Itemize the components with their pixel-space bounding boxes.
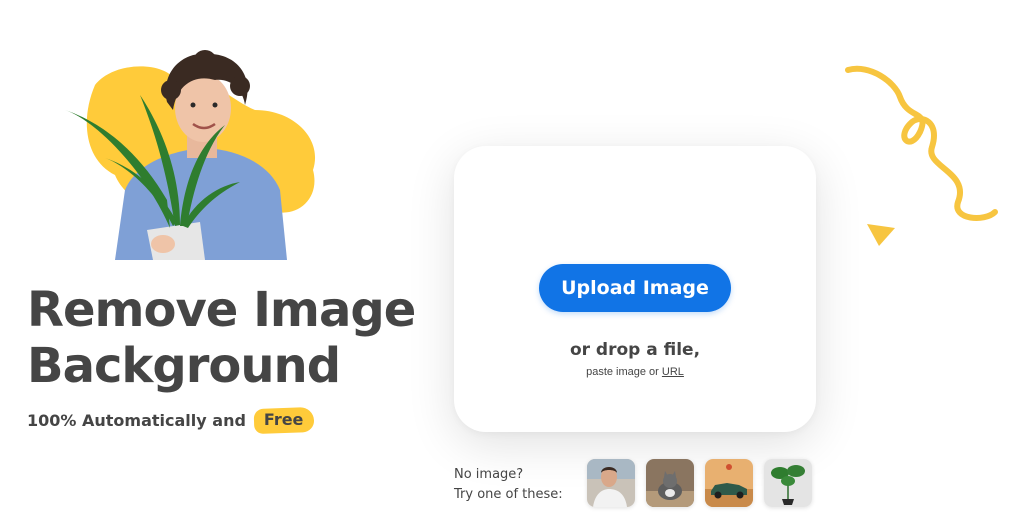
sample-prompt-line-1: No image? <box>454 467 524 482</box>
sample-thumb-plant[interactable] <box>764 459 812 507</box>
squiggle-decoration <box>845 65 998 221</box>
sample-thumb-person[interactable] <box>587 459 635 507</box>
title-line-2: Background <box>27 338 341 394</box>
subtitle-text: 100% Automatically and <box>27 410 246 430</box>
paste-hint-text: paste image or <box>586 366 659 378</box>
page-title: Remove Image Background <box>27 282 416 394</box>
drop-file-text: or drop a file, <box>569 340 701 360</box>
upload-dropzone[interactable]: Upload Image or drop a file, paste image… <box>454 146 816 432</box>
person-sample <box>587 459 635 507</box>
hero-illustration <box>65 50 316 260</box>
plant-sample <box>764 459 812 507</box>
url-link[interactable]: URL <box>662 366 684 378</box>
sample-prompt-line-2: Try one of these: <box>454 487 563 502</box>
paste-hint: paste image or URL <box>454 366 816 378</box>
upload-image-button[interactable]: Upload Image <box>539 264 731 312</box>
sample-thumb-car[interactable] <box>705 459 753 507</box>
sample-prompt: No image? Try one of these: <box>454 465 563 505</box>
free-badge-label: Free <box>263 410 304 429</box>
subtitle: 100% Automatically and Free <box>27 407 313 433</box>
page: Remove Image Background 100% Automatical… <box>0 0 1010 512</box>
free-badge: Free <box>254 407 314 433</box>
cat-sample <box>646 459 694 507</box>
sample-thumb-cat[interactable] <box>646 459 694 507</box>
sample-images <box>587 459 812 507</box>
title-line-1: Remove Image <box>27 282 416 338</box>
triangle-decoration <box>867 224 895 246</box>
car-sample <box>705 459 753 507</box>
hero-image <box>55 50 335 260</box>
